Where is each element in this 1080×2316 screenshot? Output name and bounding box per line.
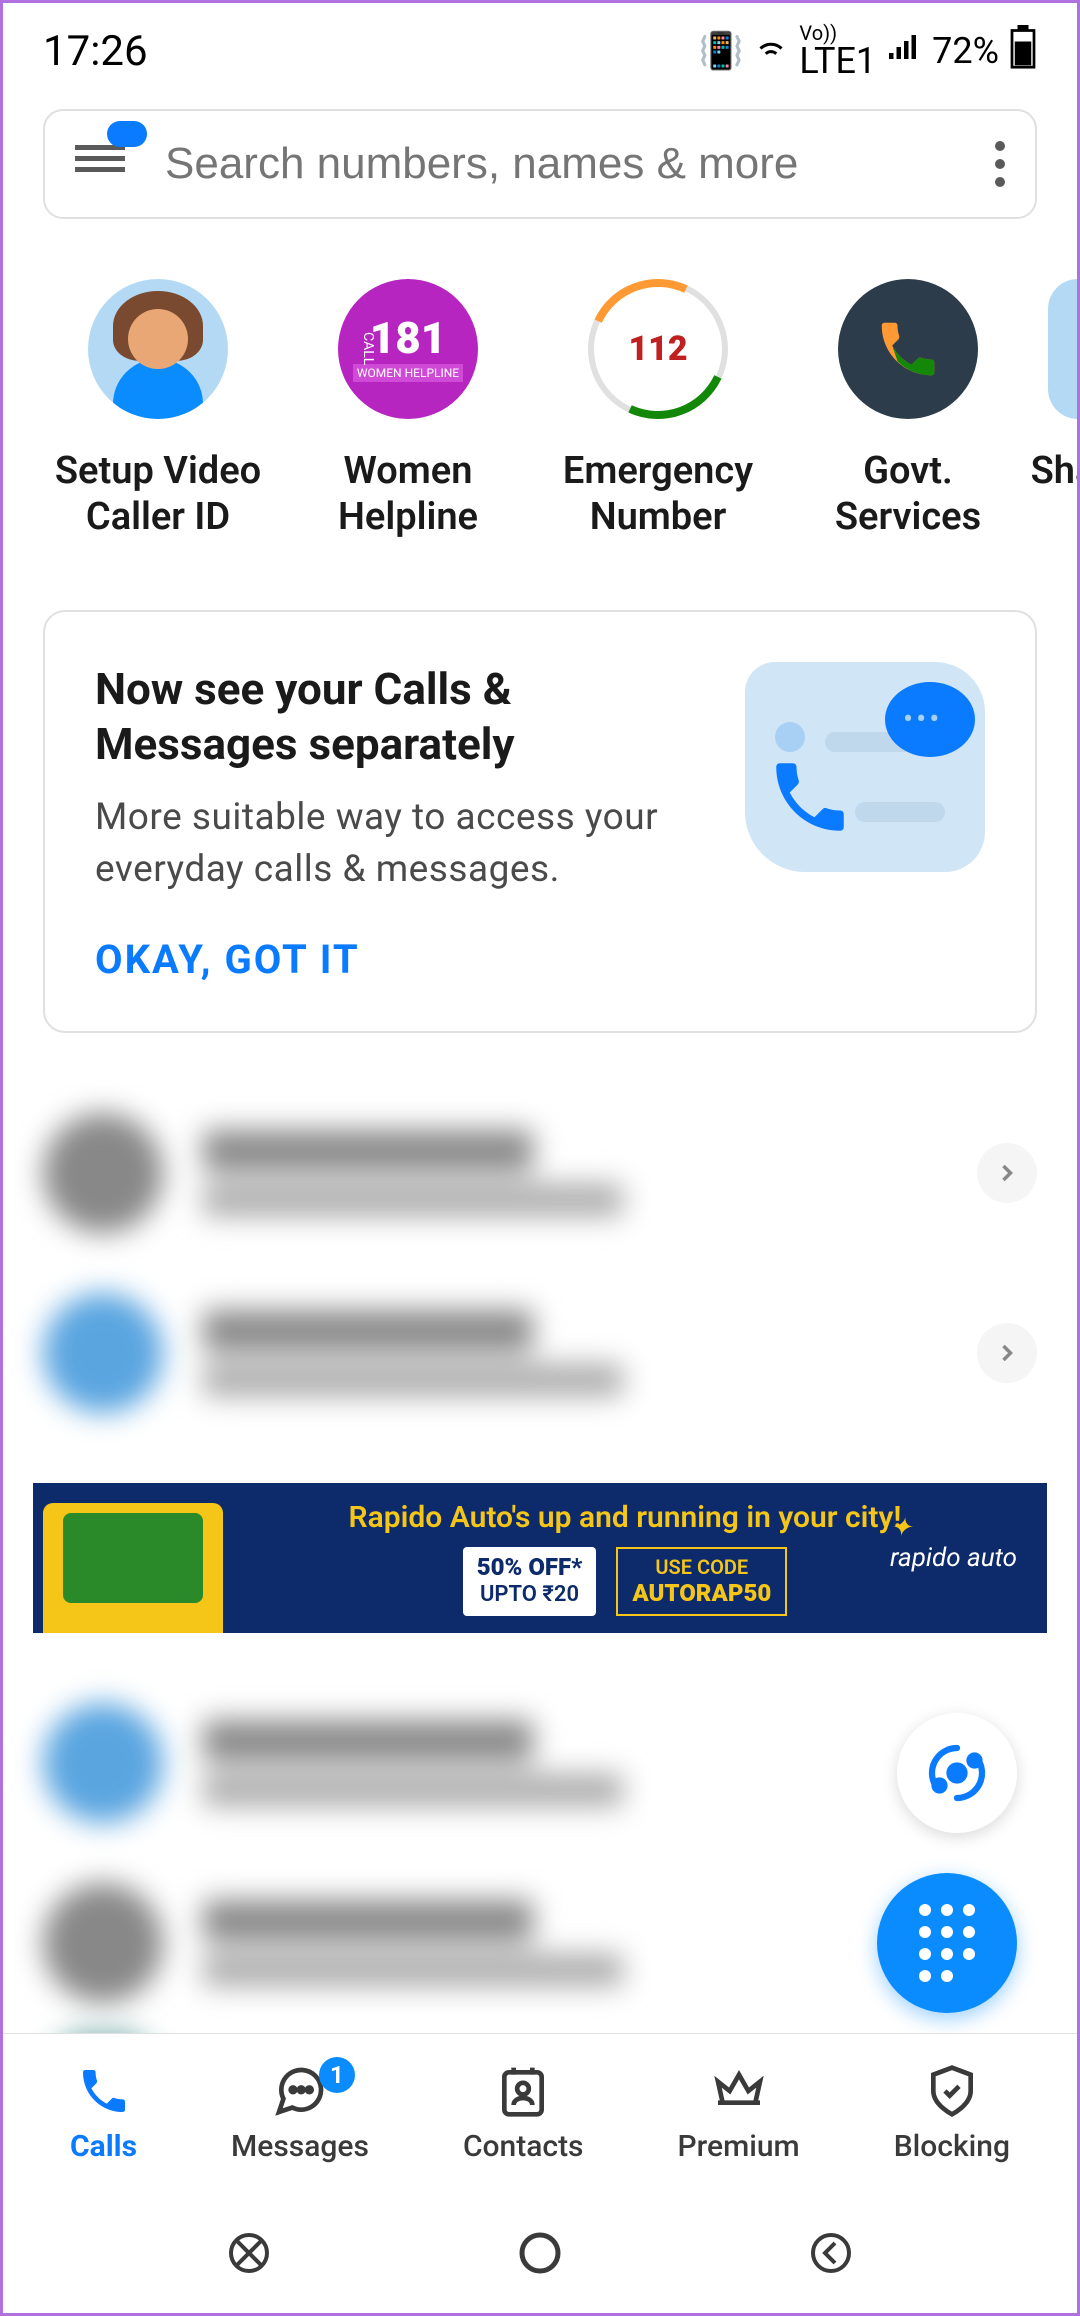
system-navigation [3, 2193, 1077, 2313]
nav-badge: 1 [319, 2057, 355, 2093]
info-card: Now see your Calls & Messages separately… [43, 610, 1037, 1033]
info-card-illustration [745, 662, 985, 872]
call-entry[interactable] [3, 1083, 1077, 1263]
nav-label: Calls [70, 2129, 137, 2164]
search-bar[interactable] [43, 109, 1037, 219]
phone-icon [76, 2063, 132, 2119]
phone-icon [838, 279, 978, 419]
ad-brand-logo: ✦rapido auto [890, 1513, 1017, 1573]
more-options-icon[interactable] [995, 141, 1005, 187]
dialpad-icon [919, 1904, 975, 1982]
info-card-title: Now see your Calls & Messages separately [95, 662, 705, 772]
nav-label: Blocking [894, 2129, 1010, 2164]
quick-action-share[interactable]: Sha [1033, 279, 1077, 540]
ad-banner[interactable]: Rapido Auto's up and running in your cit… [33, 1483, 1047, 1633]
contact-name [203, 1900, 533, 1942]
menu-icon[interactable] [75, 139, 135, 189]
contacts-icon [495, 2063, 551, 2119]
contact-name [203, 1130, 533, 1172]
fab-voice-button[interactable] [897, 1713, 1017, 1833]
status-bar: 17:26 📳 Vo))LTE1 72% [3, 3, 1077, 89]
call-meta [203, 1184, 623, 1216]
wifi-icon [753, 29, 789, 74]
sys-back-button[interactable] [806, 2228, 856, 2278]
contact-name [203, 1720, 533, 1762]
status-icons: 📳 Vo))LTE1 72% [699, 23, 1037, 79]
quick-action-label: Emergency Number [563, 449, 753, 540]
contact-avatar [43, 1293, 163, 1413]
fab-dialpad-button[interactable] [877, 1873, 1017, 2013]
quick-action-label: Govt. Services [835, 449, 981, 540]
signal-icon [886, 29, 922, 74]
helpline-181-icon: CALL 181 WOMEN HELPLINE [338, 279, 478, 419]
volte-icon: Vo))LTE1 [799, 23, 876, 79]
chevron-right-icon[interactable] [977, 1143, 1037, 1203]
ad-discount-box: 50% OFF* UPTO ₹20 [463, 1547, 597, 1616]
call-list[interactable] [3, 1063, 1077, 1463]
call-meta [203, 1364, 623, 1396]
nav-label: Messages [231, 2129, 369, 2164]
share-icon-partial [1048, 279, 1077, 419]
contact-avatar [43, 1703, 163, 1823]
chevron-right-icon[interactable] [977, 1323, 1037, 1383]
call-entry[interactable] [3, 1263, 1077, 1443]
ad-code-box: USE CODE AUTORAP50 [616, 1547, 787, 1616]
contact-avatar [43, 1883, 163, 2003]
emergency-112-icon: 112 [588, 279, 728, 419]
contact-avatar [43, 1113, 163, 1233]
contact-name [203, 1310, 533, 1352]
search-input[interactable] [165, 139, 995, 189]
battery-icon [1009, 25, 1037, 78]
quick-action-label: Sha [1031, 449, 1077, 495]
quick-action-emergency[interactable]: 112 Emergency Number [533, 279, 783, 540]
call-meta [203, 1774, 623, 1806]
sys-home-button[interactable] [515, 2228, 565, 2278]
nav-contacts[interactable]: Contacts [463, 2063, 584, 2164]
nav-label: Premium [678, 2129, 800, 2164]
avatar-icon [88, 279, 228, 419]
battery-percent: 72% [932, 30, 999, 72]
nav-calls[interactable]: Calls [70, 2063, 137, 2164]
quick-action-women-helpline[interactable]: CALL 181 WOMEN HELPLINE Women Helpline [283, 279, 533, 540]
nav-label: Contacts [463, 2129, 584, 2164]
nav-messages[interactable]: 1 Messages [231, 2063, 369, 2164]
nav-blocking[interactable]: Blocking [894, 2063, 1010, 2164]
info-card-description: More suitable way to access your everyda… [95, 792, 705, 896]
quick-actions-row[interactable]: Setup Video Caller ID CALL 181 WOMEN HEL… [3, 239, 1077, 580]
quick-action-video-caller-id[interactable]: Setup Video Caller ID [33, 279, 283, 540]
status-time: 17:26 [43, 27, 148, 76]
crown-icon [711, 2063, 767, 2119]
call-meta [203, 1954, 623, 1986]
shield-icon [924, 2063, 980, 2119]
ad-auto-illustration [43, 1503, 223, 1633]
quick-action-label: Setup Video Caller ID [55, 449, 261, 540]
call-list-continued[interactable] [3, 1653, 1077, 2093]
bottom-navigation: Calls 1 Messages Contacts Premium Blocki… [3, 2033, 1077, 2193]
sys-recents-button[interactable] [224, 2228, 274, 2278]
vibrate-icon: 📳 [699, 30, 744, 72]
quick-action-label: Women Helpline [338, 449, 478, 540]
quick-action-govt-services[interactable]: Govt. Services [783, 279, 1033, 540]
nav-premium[interactable]: Premium [678, 2063, 800, 2164]
info-card-action-button[interactable]: OKAY, GOT IT [95, 936, 705, 983]
